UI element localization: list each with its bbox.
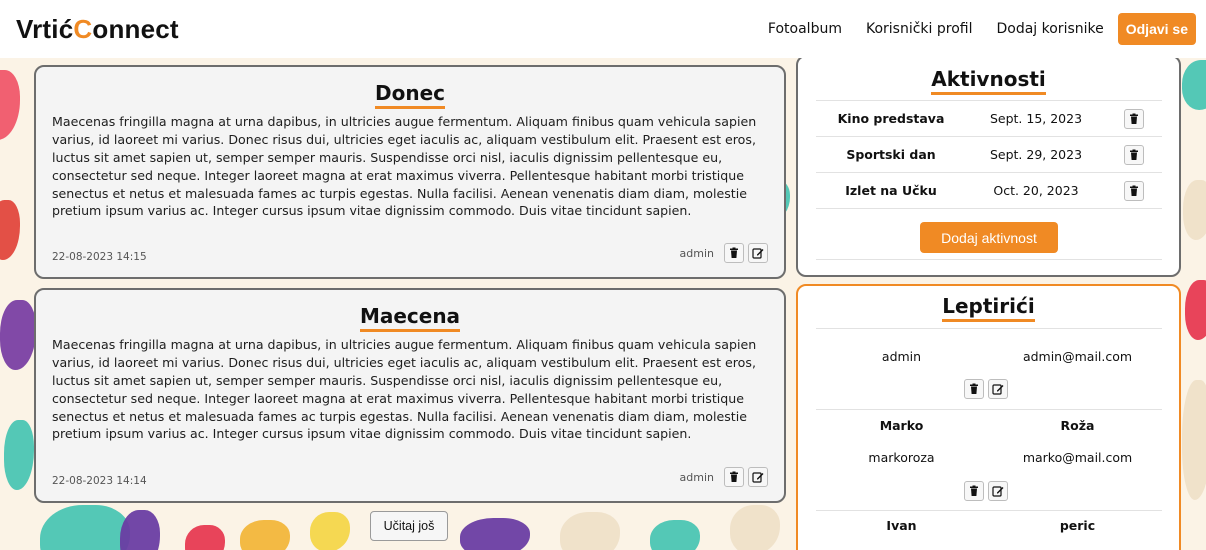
- edit-post-button[interactable]: [748, 467, 768, 487]
- post-card: Maecena Maecenas fringilla magna at urna…: [34, 288, 786, 503]
- trash-icon: [970, 383, 978, 394]
- delete-activity-button[interactable]: [1124, 144, 1144, 165]
- member-username: markoroza: [868, 450, 935, 465]
- post-title: Maecena: [52, 304, 768, 332]
- divider: [816, 328, 1162, 329]
- load-more-button[interactable]: Učitaj još: [370, 511, 448, 541]
- trash-icon: [730, 247, 738, 258]
- group-card: Leptirići admin admin@mail.com Marko Rož…: [796, 284, 1181, 550]
- add-activity-button[interactable]: Dodaj aktivnost: [920, 222, 1058, 253]
- post-actions: admin: [680, 243, 768, 263]
- trash-icon: [730, 471, 738, 482]
- nav-links: Fotoalbum Korisnički profil Dodaj korisn…: [756, 13, 1196, 45]
- member-last-name: peric: [1059, 518, 1096, 533]
- post-footer: 22-08-2023 14:14 admin: [52, 467, 768, 487]
- delete-activity-button[interactable]: [1124, 108, 1144, 129]
- divider: [816, 409, 1162, 410]
- member-email: marko@mail.com: [1022, 450, 1133, 465]
- trash-icon: [1130, 149, 1138, 160]
- activity-name: Kino predstava: [837, 111, 945, 126]
- activity-row: Kino predstava Sept. 15, 2023: [816, 101, 1162, 137]
- nav-link-add-users[interactable]: Dodaj korisnike: [984, 21, 1115, 37]
- post-date: 22-08-2023 14:14: [52, 475, 147, 487]
- logout-button[interactable]: Odjavi se: [1117, 13, 1196, 45]
- edit-member-button[interactable]: [988, 481, 1008, 501]
- trash-icon: [970, 485, 978, 496]
- post-author: admin: [679, 470, 714, 484]
- activities-title: Aktivnosti: [798, 67, 1179, 95]
- activity-name: Izlet na Učku: [845, 183, 937, 198]
- activity-name: Sportski dan: [846, 147, 936, 162]
- delete-post-button[interactable]: [724, 243, 744, 263]
- member-username: admin: [881, 349, 922, 364]
- post-card: Donec Maecenas fringilla magna at urna d…: [34, 65, 786, 279]
- post-body: Maecenas fringilla magna at urna dapibus…: [52, 337, 757, 442]
- edit-icon: [992, 384, 1004, 395]
- divider: [816, 510, 1162, 511]
- post-title: Donec: [52, 81, 768, 109]
- activity-row: Sportski dan Sept. 29, 2023: [816, 137, 1162, 173]
- delete-member-button[interactable]: [964, 481, 984, 501]
- activity-date: Oct. 20, 2023: [993, 183, 1079, 198]
- member-actions: [964, 379, 1008, 399]
- edit-icon: [752, 248, 764, 259]
- activity-row: Izlet na Učku Oct. 20, 2023: [816, 173, 1162, 209]
- post-author: admin: [679, 246, 714, 260]
- nav-link-profile[interactable]: Korisnički profil: [854, 21, 985, 37]
- activity-date: Sept. 29, 2023: [989, 147, 1083, 162]
- post-date: 22-08-2023 14:15: [52, 251, 147, 263]
- delete-member-button[interactable]: [964, 379, 984, 399]
- edit-icon: [992, 486, 1004, 497]
- post-body: Maecenas fringilla magna at urna dapibus…: [52, 114, 757, 219]
- edit-member-button[interactable]: [988, 379, 1008, 399]
- member-first-name: Ivan: [886, 518, 917, 533]
- member-actions: [964, 481, 1008, 501]
- activity-date: Sept. 15, 2023: [989, 111, 1083, 126]
- activities-table: Kino predstava Sept. 15, 2023 Sportski d…: [816, 100, 1162, 209]
- brand-logo[interactable]: VrtićConnect: [16, 14, 179, 45]
- delete-activity-button[interactable]: [1124, 180, 1144, 201]
- post-footer: 22-08-2023 14:15 admin: [52, 243, 768, 263]
- member-last-name: Roža: [1060, 418, 1095, 433]
- navbar: VrtićConnect Fotoalbum Korisnički profil…: [0, 0, 1206, 58]
- post-actions: admin: [680, 467, 768, 487]
- member-first-name: Marko: [879, 418, 924, 433]
- trash-icon: [1130, 185, 1138, 196]
- activities-card: Aktivnosti Kino predstava Sept. 15, 2023…: [796, 55, 1181, 277]
- edit-post-button[interactable]: [748, 243, 768, 263]
- group-title: Leptirići: [798, 294, 1179, 322]
- edit-icon: [752, 472, 764, 483]
- delete-post-button[interactable]: [724, 467, 744, 487]
- divider: [816, 259, 1162, 260]
- nav-link-fotoalbum[interactable]: Fotoalbum: [756, 21, 854, 37]
- trash-icon: [1130, 113, 1138, 124]
- member-email: admin@mail.com: [1022, 349, 1133, 364]
